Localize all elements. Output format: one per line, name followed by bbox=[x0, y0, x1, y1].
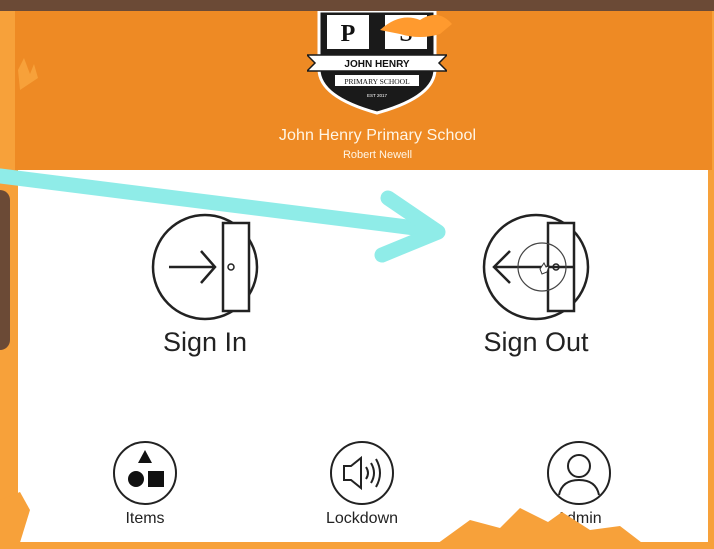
school-crest-logo: P S JOHN HENRY PRIMARY SCHOOL EST 2017 bbox=[307, 11, 447, 115]
lockdown-button[interactable]: Lockdown bbox=[307, 440, 417, 528]
school-name: John Henry Primary School bbox=[278, 127, 477, 144]
svg-text:JOHN HENRY: JOHN HENRY bbox=[344, 59, 410, 70]
user-icon bbox=[547, 441, 611, 505]
sign-out-door-icon bbox=[482, 213, 590, 321]
shapes-icon bbox=[113, 441, 177, 505]
admin-label: Admin bbox=[556, 510, 602, 527]
sign-out-label: Sign Out bbox=[483, 327, 589, 357]
svg-text:PRIMARY SCHOOL: PRIMARY SCHOOL bbox=[344, 77, 410, 86]
items-label: Items bbox=[125, 510, 165, 527]
sign-in-door-icon bbox=[151, 213, 259, 321]
sign-in-button[interactable]: Sign In bbox=[140, 211, 270, 358]
speaker-icon bbox=[330, 441, 394, 505]
lockdown-label: Lockdown bbox=[325, 510, 399, 527]
top-frame-strip bbox=[0, 0, 714, 11]
svg-text:P: P bbox=[341, 21, 356, 47]
app-header: P S JOHN HENRY PRIMARY SCHOOL EST 2017 J… bbox=[15, 11, 712, 170]
items-button[interactable]: Items bbox=[90, 440, 200, 528]
sign-in-label: Sign In bbox=[162, 327, 248, 357]
left-frame-shadow bbox=[0, 190, 10, 350]
svg-text:S: S bbox=[399, 21, 412, 47]
main-panel: Sign In Sign Out Items Lockdown Admin bbox=[18, 170, 708, 542]
svg-text:EST 2017: EST 2017 bbox=[367, 93, 387, 98]
admin-button[interactable]: Admin bbox=[524, 440, 634, 528]
sign-out-button[interactable]: Sign Out bbox=[466, 211, 606, 358]
user-name: Robert Newell bbox=[342, 149, 413, 161]
